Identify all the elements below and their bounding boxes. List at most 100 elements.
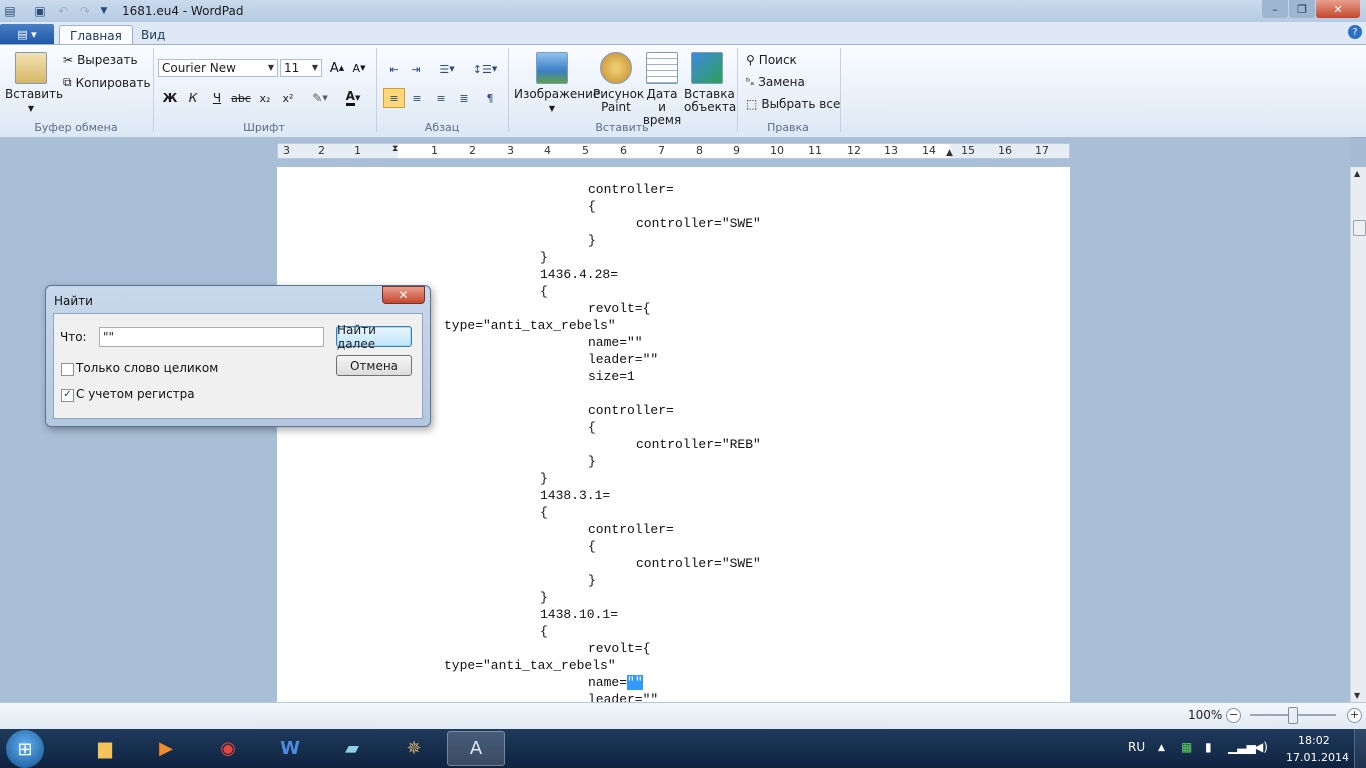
- redo-icon[interactable]: ↷: [77, 3, 93, 19]
- document-line[interactable]: name="": [588, 674, 643, 691]
- taskbar-word[interactable]: W: [261, 731, 319, 766]
- font-size-select[interactable]: 11 ▼: [280, 59, 322, 77]
- replace-button[interactable]: ᵇₐ Замена: [746, 75, 805, 89]
- decrease-indent-button[interactable]: ⇤: [383, 59, 405, 79]
- app-icon[interactable]: ▤: [2, 3, 18, 19]
- increase-indent-button[interactable]: ⇥: [405, 59, 427, 79]
- document-line[interactable]: controller=: [588, 181, 674, 198]
- undo-icon[interactable]: ↶: [55, 3, 71, 19]
- tray-device-icon[interactable]: ▮: [1205, 740, 1212, 754]
- insert-picture-button[interactable]: Изображение ▼: [514, 52, 600, 115]
- zoom-in-button[interactable]: +: [1347, 708, 1362, 723]
- highlight-color-button[interactable]: ✎ ▼: [305, 88, 335, 108]
- zoom-out-button[interactable]: −: [1226, 708, 1241, 723]
- show-hidden-icons[interactable]: ▲: [1158, 743, 1165, 753]
- line-spacing-button[interactable]: ↕☰ ▼: [469, 59, 501, 79]
- find-button[interactable]: ⚲ Поиск: [746, 53, 797, 67]
- find-dialog-close-button[interactable]: ✕: [382, 286, 425, 304]
- vertical-scrollbar[interactable]: ▲ ▼: [1350, 167, 1366, 702]
- document-line[interactable]: }: [588, 572, 596, 589]
- help-icon[interactable]: ?: [1348, 25, 1362, 39]
- document-line[interactable]: {: [588, 419, 596, 436]
- taskbar-app[interactable]: ▰: [323, 731, 381, 766]
- paste-button[interactable]: Вставить ▼: [5, 52, 63, 115]
- document-line[interactable]: }: [588, 453, 596, 470]
- justify-button[interactable]: ≣: [453, 88, 475, 108]
- clock-time[interactable]: 18:02: [1298, 734, 1330, 747]
- taskbar-game[interactable]: ✵: [385, 731, 443, 766]
- indent-marker-icon[interactable]: ⧗: [392, 144, 398, 154]
- paragraph-settings-button[interactable]: ¶: [479, 88, 501, 108]
- copy-button[interactable]: ⧉ Копировать: [63, 75, 151, 90]
- select-all-button[interactable]: ⬚ Выбрать все: [746, 97, 840, 111]
- network-icon[interactable]: ▁▃▅: [1228, 740, 1256, 754]
- document-page[interactable]: controller= {controller="SWE"}} 1436.4.28=…: [277, 167, 1070, 702]
- taskbar-wordpad[interactable]: A: [447, 731, 505, 766]
- close-button[interactable]: ✕: [1316, 0, 1360, 18]
- start-button[interactable]: ⊞: [6, 730, 44, 768]
- tab-home[interactable]: Главная: [59, 25, 133, 45]
- font-color-button[interactable]: A ▼: [338, 88, 368, 108]
- show-desktop-button[interactable]: [1354, 729, 1366, 768]
- align-right-button[interactable]: ≡: [430, 88, 452, 108]
- document-line[interactable]: revolt={: [588, 300, 650, 317]
- taskbar-chrome[interactable]: ◉: [199, 731, 257, 766]
- document-line[interactable]: }: [588, 232, 596, 249]
- align-center-button[interactable]: ≡: [406, 88, 428, 108]
- document-line[interactable]: }: [540, 470, 548, 487]
- ruler[interactable]: 3 2 1 1 2 3 4 5 6 7 8 9 10 11 12 13 14 15 16 17 ⧗ ▲: [277, 143, 1070, 159]
- taskbar-media-player[interactable]: ▶: [137, 731, 195, 766]
- document-line[interactable]: controller="REB": [636, 436, 761, 453]
- zoom-slider-thumb[interactable]: [1288, 707, 1298, 724]
- paint-drawing-button[interactable]: Рисунок Paint: [593, 52, 644, 114]
- cancel-button[interactable]: Отмена: [336, 355, 412, 376]
- right-indent-marker-icon[interactable]: ▲: [946, 148, 953, 158]
- document-line[interactable]: }: [540, 249, 548, 266]
- superscript-button[interactable]: x²: [277, 88, 299, 108]
- scroll-thumb[interactable]: [1353, 220, 1366, 236]
- customize-quick-access-icon[interactable]: ▼: [96, 3, 112, 19]
- document-line[interactable]: {: [540, 283, 548, 300]
- bullets-button[interactable]: ☰ ▼: [431, 59, 463, 79]
- align-left-button[interactable]: ≡: [383, 88, 405, 108]
- underline-button[interactable]: Ч: [206, 88, 228, 108]
- document-line[interactable]: revolt={: [588, 640, 650, 657]
- volume-icon[interactable]: ◀): [1254, 740, 1268, 754]
- scroll-up-icon[interactable]: ▲: [1354, 169, 1360, 178]
- strikethrough-button[interactable]: abc: [230, 88, 252, 108]
- find-what-input[interactable]: "": [99, 327, 324, 347]
- document-line[interactable]: leader="": [588, 351, 658, 368]
- maximize-button[interactable]: ❐: [1289, 0, 1315, 18]
- insert-object-button[interactable]: Вставка объекта: [684, 52, 736, 114]
- language-indicator[interactable]: RU: [1128, 740, 1145, 754]
- font-family-select[interactable]: Courier New ▼: [158, 59, 278, 77]
- document-line[interactable]: }: [540, 589, 548, 606]
- document-line[interactable]: controller=: [588, 521, 674, 538]
- document-line[interactable]: {: [540, 504, 548, 521]
- save-icon[interactable]: ▣: [32, 3, 48, 19]
- document-line[interactable]: leader="": [588, 691, 658, 702]
- shrink-font-button[interactable]: A ▼: [348, 58, 370, 78]
- bold-button[interactable]: Ж: [159, 88, 181, 108]
- clock-date[interactable]: 17.01.2014: [1286, 751, 1349, 764]
- italic-button[interactable]: К: [182, 88, 204, 108]
- document-line[interactable]: controller="SWE": [636, 215, 761, 232]
- app-menu-button[interactable]: ▤ ▾: [0, 24, 54, 44]
- subscript-button[interactable]: x₂: [254, 88, 276, 108]
- scroll-down-icon[interactable]: ▼: [1354, 691, 1360, 700]
- document-line[interactable]: type="anti_tax_rebels": [444, 317, 616, 334]
- find-next-button[interactable]: Найти далее: [336, 323, 412, 351]
- document-line[interactable]: type="anti_tax_rebels": [444, 657, 616, 674]
- document-line[interactable]: 1436.4.28=: [540, 266, 618, 283]
- cut-button[interactable]: ✂ Вырезать: [63, 53, 138, 67]
- minimize-button[interactable]: –: [1262, 0, 1288, 18]
- whole-word-checkbox[interactable]: [61, 363, 74, 376]
- document-line[interactable]: {: [588, 198, 596, 215]
- document-line[interactable]: name="": [588, 334, 643, 351]
- tray-app-icon[interactable]: ▦: [1181, 740, 1192, 754]
- tab-view[interactable]: Вид: [131, 25, 175, 44]
- document-line[interactable]: {: [588, 538, 596, 555]
- document-line[interactable]: controller="SWE": [636, 555, 761, 572]
- document-line[interactable]: 1438.10.1=: [540, 606, 618, 623]
- grow-font-button[interactable]: A ▲: [326, 58, 348, 78]
